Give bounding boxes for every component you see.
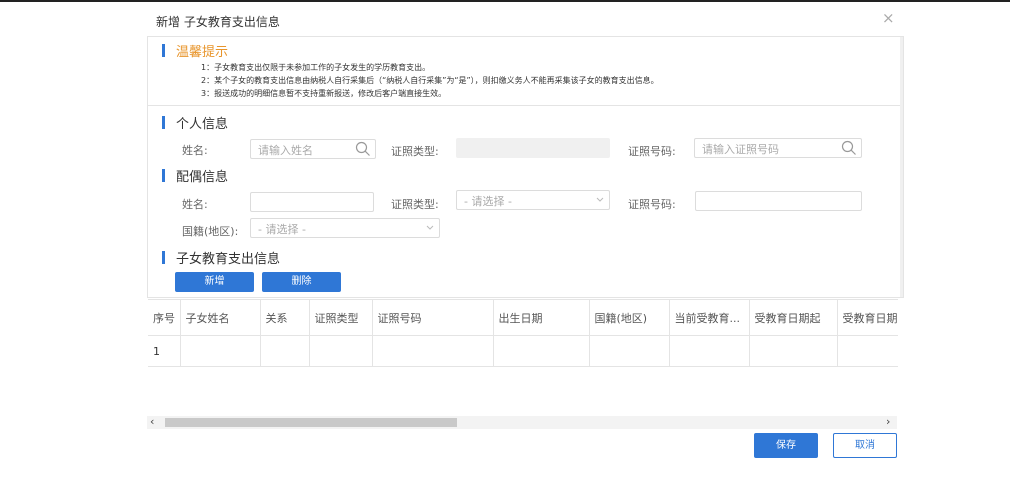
tips-title: 温馨提示	[176, 45, 229, 60]
scroll-left-arrow-icon[interactable]: ‹	[150, 415, 154, 429]
nationality-label: 国籍(地区):	[182, 225, 239, 238]
chevron-down-icon	[426, 225, 434, 230]
search-icon[interactable]	[355, 141, 371, 157]
spouse-idno-input[interactable]	[695, 191, 862, 211]
chevron-down-icon	[596, 197, 604, 202]
form-scroll-area: 温馨提示 1：子女教育支出仅限于未参加工作的子女发生的学历教育支出。 2：某个子…	[147, 36, 904, 298]
column-header[interactable]: 子女姓名	[180, 299, 261, 336]
section-marker	[162, 251, 165, 264]
column-header[interactable]: 受教育日期	[837, 299, 898, 336]
cancel-button[interactable]: 取消	[833, 433, 897, 458]
tip-line-3: 3：报送成功的明细信息暂不支持重新报送，修改后客户端直接生效。	[201, 89, 447, 98]
divider	[148, 105, 903, 106]
spouse-name-label: 姓名:	[182, 198, 208, 211]
horizontal-scrollbar[interactable]: ‹ ›	[147, 415, 897, 429]
vertical-scrollbar[interactable]	[900, 37, 903, 297]
dialog-title: 新增 子女教育支出信息	[156, 15, 280, 29]
name-label: 姓名:	[182, 144, 208, 157]
section-marker	[162, 169, 165, 182]
column-header[interactable]: 受教育日期起	[749, 299, 838, 336]
delete-child-button[interactable]: 删除	[262, 272, 341, 292]
nationality-value: - 请选择 -	[258, 223, 306, 236]
table-cell[interactable]	[309, 335, 373, 367]
scrollbar-thumb[interactable]	[165, 418, 457, 427]
table-cell[interactable]	[260, 335, 310, 367]
search-icon[interactable]	[841, 140, 857, 156]
child-education-dialog: 新增 子女教育支出信息 × 温馨提示 1：子女教育支出仅限于未参加工作的子女发生…	[147, 3, 905, 473]
idtype-field	[456, 138, 610, 158]
idno-placeholder: 请输入证照号码	[702, 143, 779, 156]
spouse-idtype-value: - 请选择 -	[464, 195, 512, 208]
table-cell[interactable]	[372, 335, 494, 367]
column-header[interactable]: 国籍(地区)	[589, 299, 670, 336]
spouse-info-title: 配偶信息	[176, 170, 229, 185]
column-header[interactable]: 出生日期	[493, 299, 590, 336]
name-input[interactable]: 请输入姓名	[250, 139, 376, 159]
children-info-title: 子女教育支出信息	[176, 252, 281, 267]
idno-label: 证照号码:	[628, 145, 676, 158]
idtype-label: 证照类型:	[391, 145, 439, 158]
column-header[interactable]: 序号	[148, 299, 181, 336]
section-marker	[162, 116, 165, 129]
spouse-idtype-label: 证照类型:	[391, 198, 439, 211]
column-header[interactable]: 当前受教育...	[669, 299, 750, 336]
tip-line-2: 2：某个子女的教育支出信息由纳税人自行采集后（“纳税人自行采集”为“是”），则扣…	[201, 76, 659, 85]
spouse-name-input[interactable]	[250, 192, 374, 212]
scroll-right-arrow-icon[interactable]: ›	[886, 415, 890, 429]
table-cell[interactable]	[180, 335, 261, 367]
table-cell[interactable]	[669, 335, 750, 367]
spouse-idtype-select[interactable]: - 请选择 -	[456, 190, 610, 210]
idno-input[interactable]: 请输入证照号码	[694, 138, 862, 158]
table-header-row: 序号 子女姓名 关系 证照类型 证照号码 出生日期 国籍(地区) 当前受教育..…	[148, 299, 898, 336]
table-cell[interactable]	[493, 335, 590, 367]
add-child-button[interactable]: 新增	[175, 272, 254, 292]
table-cell[interactable]	[589, 335, 670, 367]
personal-info-title: 个人信息	[176, 117, 229, 132]
column-header[interactable]: 证照号码	[372, 299, 494, 336]
column-header[interactable]: 关系	[260, 299, 310, 336]
children-table: 序号 子女姓名 关系 证照类型 证照号码 出生日期 国籍(地区) 当前受教育..…	[148, 299, 898, 413]
section-marker	[162, 44, 165, 57]
name-placeholder: 请输入姓名	[258, 144, 313, 157]
tip-line-1: 1：子女教育支出仅限于未参加工作的子女发生的学历教育支出。	[201, 63, 431, 72]
column-header[interactable]: 证照类型	[309, 299, 373, 336]
table-cell[interactable]	[749, 335, 838, 367]
table-cell[interactable]	[837, 335, 898, 367]
close-icon[interactable]: ×	[882, 9, 895, 27]
table-cell[interactable]: 1	[148, 335, 181, 367]
save-button[interactable]: 保存	[754, 433, 818, 458]
table-row[interactable]: 1	[148, 335, 898, 367]
spouse-idno-label: 证照号码:	[628, 198, 676, 211]
nationality-select[interactable]: - 请选择 -	[250, 218, 440, 238]
top-border-line	[0, 0, 1010, 2]
